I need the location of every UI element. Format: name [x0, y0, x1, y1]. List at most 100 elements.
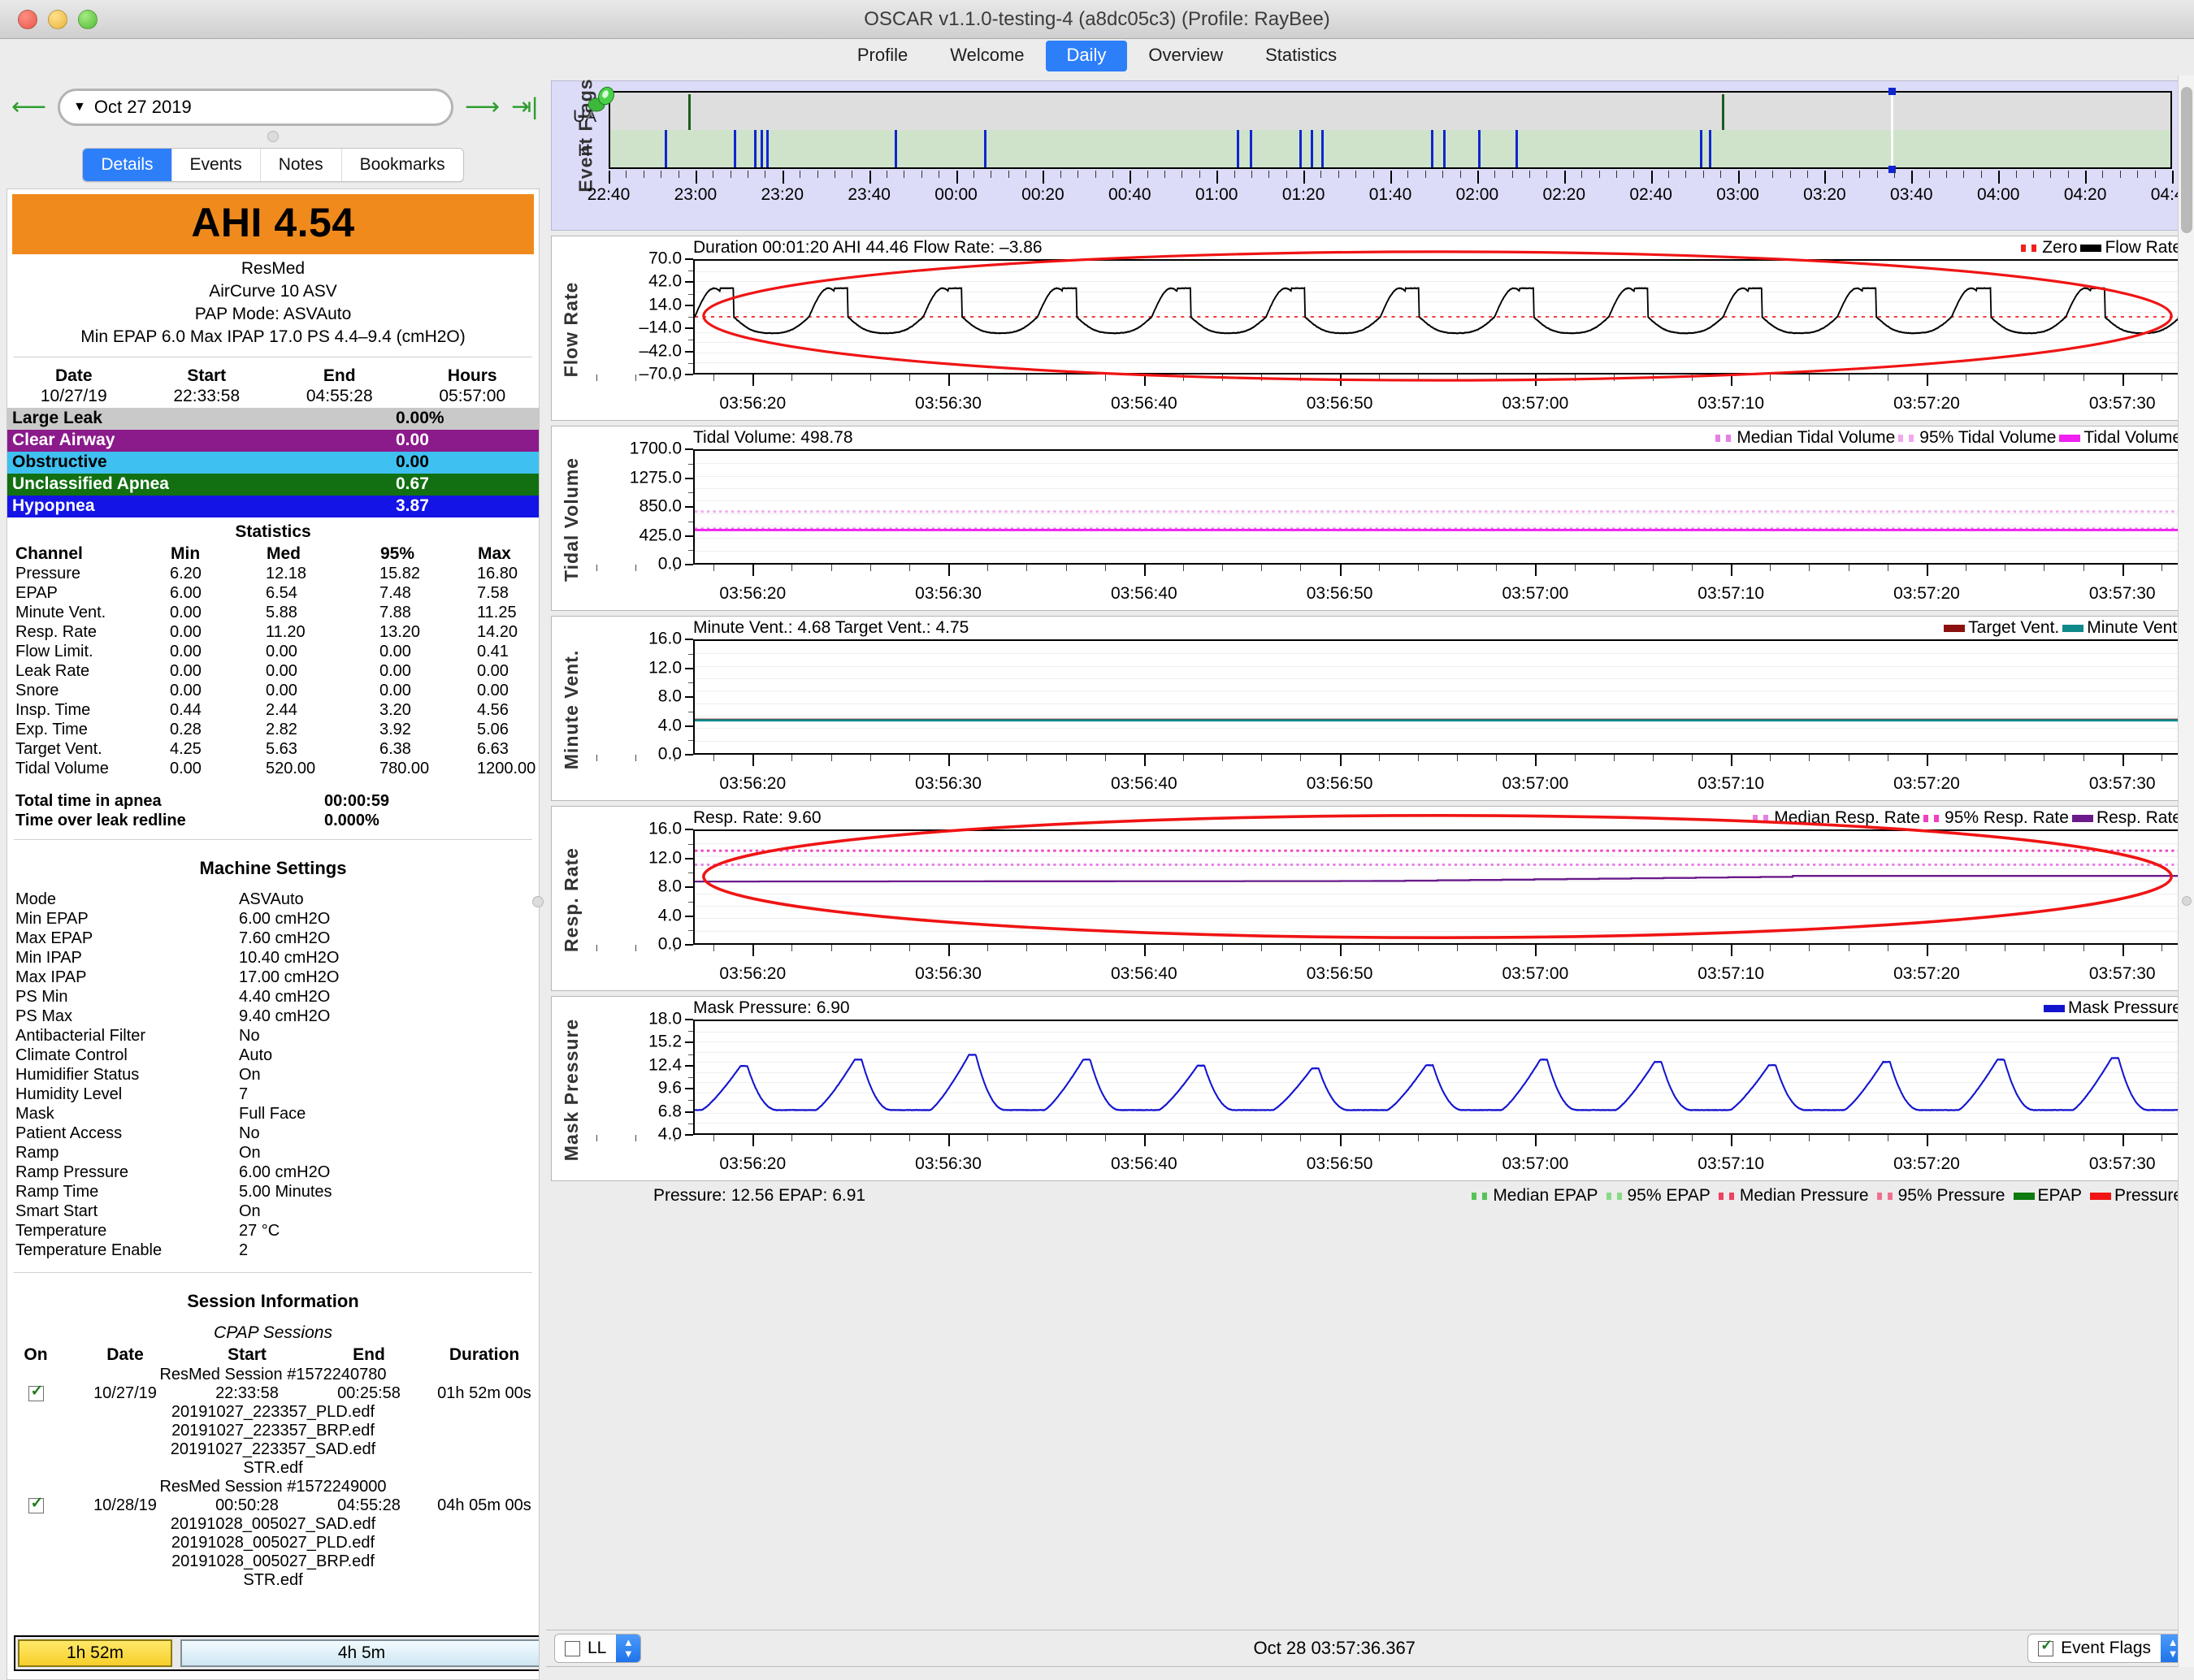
xtick-minor [1457, 1135, 1458, 1141]
graph-plot[interactable] [693, 829, 2182, 945]
xtick-minor [909, 1135, 910, 1141]
xtick-major [2122, 375, 2124, 386]
axis-minor-tick [1981, 171, 1982, 178]
window-controls[interactable] [18, 10, 98, 29]
xtick-minor [1105, 565, 1106, 571]
cpap-session-duration: 01h 52m 00s [430, 1384, 539, 1403]
ll-checkbox[interactable] [565, 1641, 580, 1656]
ytick-label: 8.0 [658, 687, 682, 707]
machine-setting-label: PS Max [15, 1007, 239, 1026]
xtick-major [948, 565, 950, 576]
tab-profile[interactable]: Profile [836, 41, 929, 71]
xtick-minor [1614, 375, 1615, 381]
machine-setting-row: Patient Access No [7, 1124, 539, 1144]
event-flags-plot[interactable]: UA H 22:40 23:00 23:20 23:40 00:00 00:20 00:40… [609, 91, 2172, 227]
date-picker[interactable]: ▼ Oct 27 2019 [58, 89, 453, 126]
tab-daily[interactable]: Daily [1046, 41, 1128, 71]
xtick-minor [1692, 755, 1693, 761]
ytick [685, 944, 693, 946]
graph-plot[interactable] [693, 449, 2182, 565]
col-date: Date [7, 366, 141, 387]
event-flag-name: Large Leak [12, 409, 396, 428]
close-button[interactable] [18, 10, 37, 29]
pushpin-icon[interactable] [583, 84, 620, 121]
graph-tidal-volume[interactable]: Tidal Volume Tidal Volume: 498.78 Median T… [551, 426, 2189, 611]
statistics-row: Target Vent. 4.25 5.63 6.38 6.63 [7, 740, 539, 760]
statistics-cell: 11.20 [266, 623, 379, 643]
graph-mask-pressure[interactable]: Mask Pressure Mask Pressure: 6.90 Mask Pre… [551, 996, 2189, 1181]
ytick-label: –14.0 [639, 318, 682, 338]
tab-notes[interactable]: Notes [260, 149, 341, 181]
event-flags-cursor[interactable] [1891, 91, 1893, 169]
total-row: Time over leak redline 0.000% [7, 812, 539, 831]
cpap-session-file-row: 20191028_005027_SAD.edf [7, 1515, 539, 1534]
tab-bookmarks[interactable]: Bookmarks [341, 149, 463, 181]
eventflags-combo[interactable]: Event Flags ▲▼ [2027, 1634, 2186, 1663]
statistics-cell: 0.00 [170, 682, 266, 701]
stats-col-med: Med [266, 543, 379, 565]
xtick-minor [1183, 375, 1184, 381]
event-mark-hypopnea [1709, 130, 1711, 167]
graph-plot[interactable] [693, 259, 2182, 375]
arrow-to-end-icon[interactable]: ⇥| [511, 95, 538, 119]
maximize-button[interactable] [78, 10, 98, 29]
minimize-button[interactable] [48, 10, 67, 29]
ytick [685, 916, 693, 917]
scrollbar-nub[interactable] [2182, 896, 2192, 906]
statistics-cell: 5.88 [266, 604, 379, 623]
graph-trace [695, 831, 2180, 943]
event-flags-time-label: 04:00 [1977, 185, 2020, 205]
xtick-label: 03:57:00 [1502, 394, 1569, 414]
statistics-cell: 4.25 [170, 740, 266, 760]
graph-plot[interactable] [693, 639, 2182, 755]
vertical-scrollbar[interactable] [2178, 76, 2194, 1667]
splitter-handle[interactable] [532, 896, 544, 907]
xtick-label: 03:57:00 [1502, 1154, 1569, 1174]
xtick-major [1927, 375, 1928, 386]
cpap-session-checkbox[interactable] [7, 1384, 64, 1403]
session-duration-button-2[interactable]: 4h 5m [180, 1639, 540, 1667]
axis-minor-tick [1268, 171, 1269, 178]
graph-resp-rate[interactable]: Resp. Rate Resp. Rate: 9.60 Median Resp. R… [551, 806, 2189, 991]
graph-minute-vent[interactable]: Minute Vent. Minute Vent.: 4.68 Target Ve… [551, 616, 2189, 801]
xtick-label: 03:56:30 [915, 1154, 982, 1174]
xtick-minor [596, 375, 597, 381]
arrow-left-icon[interactable]: ⟵ [11, 95, 46, 119]
panel-resize-handle[interactable] [0, 131, 546, 146]
session-duration-bar: 1h 52m 4h 5m [14, 1635, 540, 1671]
ll-combo[interactable]: LL ▲ ▼ [554, 1634, 641, 1663]
xtick-minor [2083, 755, 2084, 761]
pressure-legend-label: 95% EPAP [1628, 1186, 1711, 1206]
tab-events[interactable]: Events [171, 149, 260, 181]
tab-details[interactable]: Details [83, 149, 171, 181]
graph-plot[interactable] [693, 1020, 2182, 1135]
session-duration-button-1[interactable]: 1h 52m [18, 1639, 172, 1667]
axis-minor-tick [1147, 171, 1148, 178]
statistics-cell: 6.20 [170, 565, 266, 584]
statistics-cell: 6.00 [170, 584, 266, 604]
axis-minor-tick [1720, 171, 1721, 178]
xtick-minor [1026, 1135, 1027, 1141]
pressure-legend-label: Pressure [2114, 1186, 2183, 1206]
tab-statistics[interactable]: Statistics [1244, 41, 1358, 71]
xtick-minor [1770, 945, 1771, 951]
cpap-session-checkbox[interactable] [7, 1496, 64, 1515]
xtick-major [2122, 945, 2124, 956]
xtick-label: 03:56:20 [719, 394, 786, 414]
xtick-minor [791, 945, 792, 951]
eventflags-checkbox[interactable] [2038, 1641, 2053, 1656]
spinner-up-down-icon[interactable]: ▲ ▼ [616, 1635, 640, 1662]
statistics-row: Minute Vent. 0.00 5.88 7.88 11.25 [7, 604, 539, 623]
tab-overview[interactable]: Overview [1127, 41, 1244, 71]
chevron-down-icon[interactable]: ▼ [73, 100, 86, 115]
tab-welcome[interactable]: Welcome [929, 41, 1045, 71]
xtick-minor [1692, 375, 1693, 381]
arrow-right-icon[interactable]: ⟶ [465, 95, 500, 119]
statistics-cell: 7.88 [379, 604, 477, 623]
scrollbar-thumb[interactable] [2181, 87, 2192, 233]
ytick [685, 506, 693, 508]
cpap-session-file: 20191028_005027_PLD.edf [7, 1534, 539, 1552]
graph-flow-rate[interactable]: Flow Rate Duration 00:01:20 AHI 44.46 Flo… [551, 236, 2189, 421]
xtick-major [1535, 1135, 1537, 1146]
xtick-minor [1457, 945, 1458, 951]
